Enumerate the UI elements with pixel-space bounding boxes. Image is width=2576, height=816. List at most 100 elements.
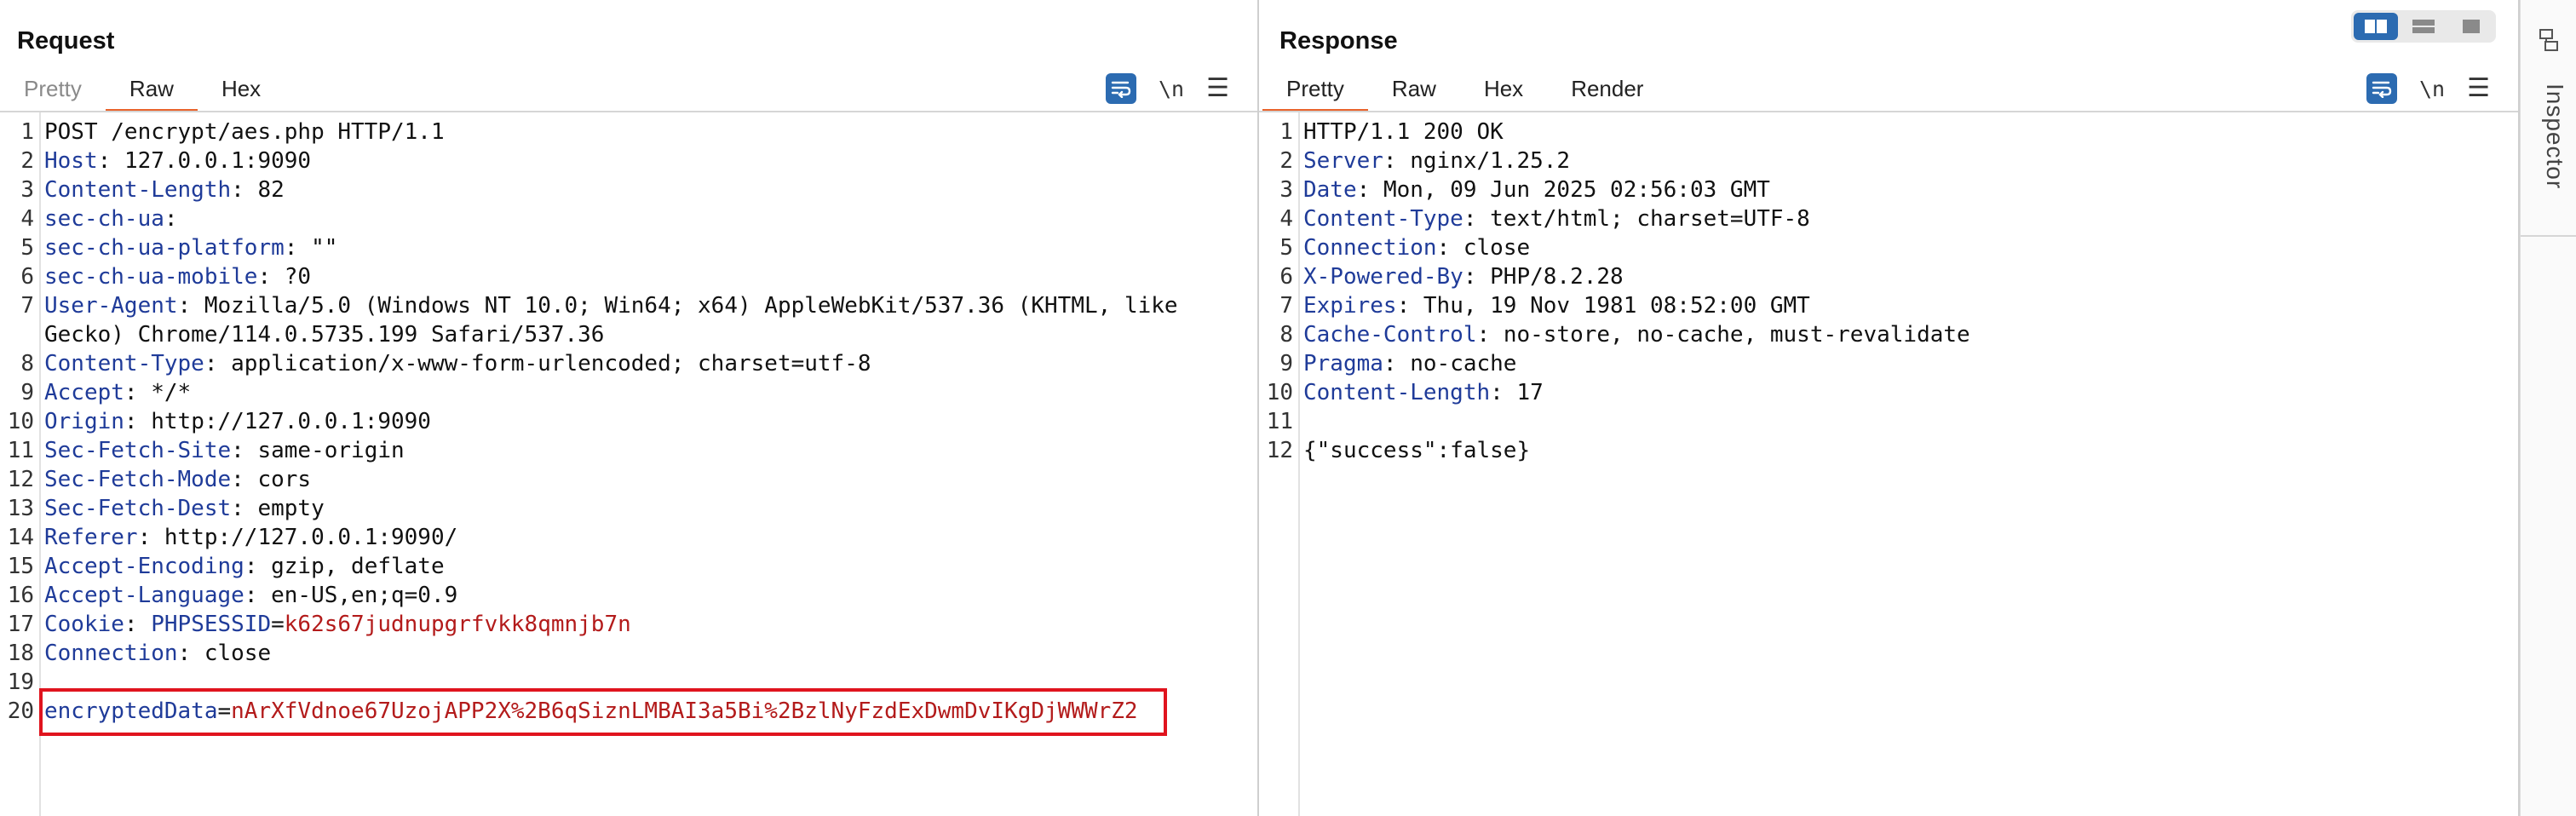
header-value: Thu, 19 Nov 1981 08:52:00 GMT: [1423, 293, 1810, 319]
header-separator: :: [231, 496, 258, 521]
line-text: Accept-Language: en-US,en;q=0.9: [44, 581, 457, 610]
line-plain-text: POST /encrypt/aes.php HTTP/1.1: [44, 119, 445, 145]
response-tab-pretty[interactable]: Pretty: [1262, 72, 1368, 112]
header-name: sec-ch-ua-mobile: [44, 264, 258, 290]
header-name: Host: [44, 148, 98, 174]
line-number: 1: [1279, 119, 1293, 145]
header-separator: :: [257, 264, 285, 290]
response-tabs: Pretty Raw Hex Render: [1262, 72, 1667, 112]
line-text: sec-ch-ua-platform: "": [44, 233, 337, 262]
request-newline-toggle[interactable]: \n: [1159, 77, 1184, 101]
line-number: 19: [7, 669, 34, 695]
header-separator: :: [231, 177, 258, 203]
header-separator: :: [1396, 293, 1423, 319]
header-name: Pragma: [1303, 351, 1383, 376]
line-number: 10: [1266, 380, 1293, 405]
line-plain-text: Gecko) Chrome/114.0.5735.199 Safari/537.…: [44, 322, 605, 348]
header-value: close: [1463, 235, 1531, 261]
line-text: POST /encrypt/aes.php HTTP/1.1: [44, 118, 445, 147]
header-separator: :: [244, 583, 272, 608]
line-number: 3: [1279, 177, 1293, 203]
header-value: text/html; charset=UTF-8: [1490, 206, 1810, 232]
line-text: X-Powered-By: PHP/8.2.28: [1303, 262, 1624, 291]
request-pane: Request Pretty Raw Hex \n ☰ 1 POST /encry…: [0, 0, 1259, 816]
line-plain-text: HTTP/1.1 200 OK: [1303, 119, 1504, 145]
response-newline-toggle[interactable]: \n: [2419, 77, 2445, 101]
layout-single-button[interactable]: [2449, 13, 2493, 40]
request-wrap-lines-button[interactable]: [1106, 73, 1136, 104]
header-separator: :: [124, 380, 152, 405]
header-name: sec-ch-ua: [44, 206, 164, 232]
header-name: Content-Length: [1303, 380, 1491, 405]
request-menu-icon[interactable]: ☰: [1206, 76, 1229, 101]
line-text: Host: 127.0.0.1:9090: [44, 147, 311, 175]
header-separator: :: [97, 148, 124, 174]
header-value: Mozilla/5.0 (Windows NT 10.0; Win64; x64…: [204, 293, 1178, 319]
response-tab-raw[interactable]: Raw: [1368, 72, 1460, 109]
header-name: User-Agent: [44, 293, 178, 319]
header-separator: :: [164, 206, 178, 232]
header-value: no-cache: [1410, 351, 1517, 376]
header-name: sec-ch-ua-platform: [44, 235, 285, 261]
header-name: Content-Length: [44, 177, 232, 203]
line-text: Pragma: no-cache: [1303, 349, 1516, 378]
header-name: Connection: [1303, 235, 1437, 261]
line-text: sec-ch-ua-mobile: ?0: [44, 262, 311, 291]
header-value: nginx/1.25.2: [1410, 148, 1571, 174]
header-name: Referer: [44, 525, 138, 550]
line-text: Cookie: PHPSESSID=k62s67judnupgrfvkk8qmn…: [44, 610, 631, 639]
line-text: Cache-Control: no-store, no-cache, must-…: [1303, 320, 1970, 349]
line-text: Gecko) Chrome/114.0.5735.199 Safari/537.…: [44, 320, 604, 349]
request-tab-hex[interactable]: Hex: [198, 72, 285, 109]
single-pane-icon: [2463, 20, 2480, 33]
inspector-panel-tab[interactable]: Inspector: [2520, 0, 2576, 816]
header-separator: :: [1383, 351, 1411, 376]
param-value: k62s67judnupgrfvkk8qmnjb7n: [284, 612, 631, 637]
header-separator: :: [244, 554, 272, 579]
response-tab-hex[interactable]: Hex: [1460, 72, 1547, 109]
request-tab-pretty[interactable]: Pretty: [0, 72, 106, 109]
line-number: 15: [7, 554, 34, 579]
line-number: 2: [20, 148, 34, 174]
line-number: 20: [7, 698, 34, 724]
wrap-lines-icon: [1111, 81, 1131, 98]
line-text: Content-Type: text/html; charset=UTF-8: [1303, 204, 1810, 233]
line-number: 9: [1279, 351, 1293, 376]
line-number: 7: [20, 293, 34, 319]
header-name: Connection: [44, 641, 178, 666]
line-text: Connection: close: [44, 639, 271, 668]
header-separator: :: [284, 235, 312, 261]
response-tab-render[interactable]: Render: [1547, 72, 1667, 109]
response-title: Response: [1279, 27, 1398, 55]
line-text: Origin: http://127.0.0.1:9090: [44, 407, 431, 436]
line-number: 3: [20, 177, 34, 203]
layout-stacked-button[interactable]: [2401, 13, 2446, 40]
header-separator: :: [204, 351, 232, 376]
header-value: empty: [257, 496, 325, 521]
header-name: Accept-Encoding: [44, 554, 244, 579]
header-value: PHP/8.2.28: [1490, 264, 1624, 290]
header-name: X-Powered-By: [1303, 264, 1463, 290]
line-text: Content-Type: application/x-www-form-url…: [44, 349, 871, 378]
line-text: User-Agent: Mozilla/5.0 (Windows NT 10.0…: [44, 291, 1178, 320]
wrap-lines-icon: [2372, 81, 2392, 98]
response-menu-icon[interactable]: ☰: [2467, 76, 2490, 101]
line-number: 11: [7, 438, 34, 463]
line-text: Connection: close: [1303, 233, 1530, 262]
line-number: 18: [7, 641, 34, 666]
side-by-side-icon: [2365, 20, 2387, 33]
header-name: Expires: [1303, 293, 1397, 319]
header-value: http://127.0.0.1:9090/: [164, 525, 458, 550]
line-text: Server: nginx/1.25.2: [1303, 147, 1570, 175]
header-value: http://127.0.0.1:9090: [151, 409, 431, 434]
line-number: 13: [7, 496, 34, 521]
layout-side-by-side-button[interactable]: [2354, 13, 2398, 40]
line-number: 8: [1279, 322, 1293, 348]
response-toolbar: \n ☰: [2366, 72, 2490, 106]
response-editor[interactable]: 1 HTTP/1.1 200 OK 2 Server: nginx/1.25.2 3 Da…: [1259, 112, 2518, 816]
response-wrap-lines-button[interactable]: [2366, 73, 2397, 104]
line-number: 6: [1279, 264, 1293, 290]
header-name: Content-Type: [1303, 206, 1463, 232]
request-tab-raw[interactable]: Raw: [105, 72, 198, 112]
line-number: 4: [1279, 206, 1293, 232]
